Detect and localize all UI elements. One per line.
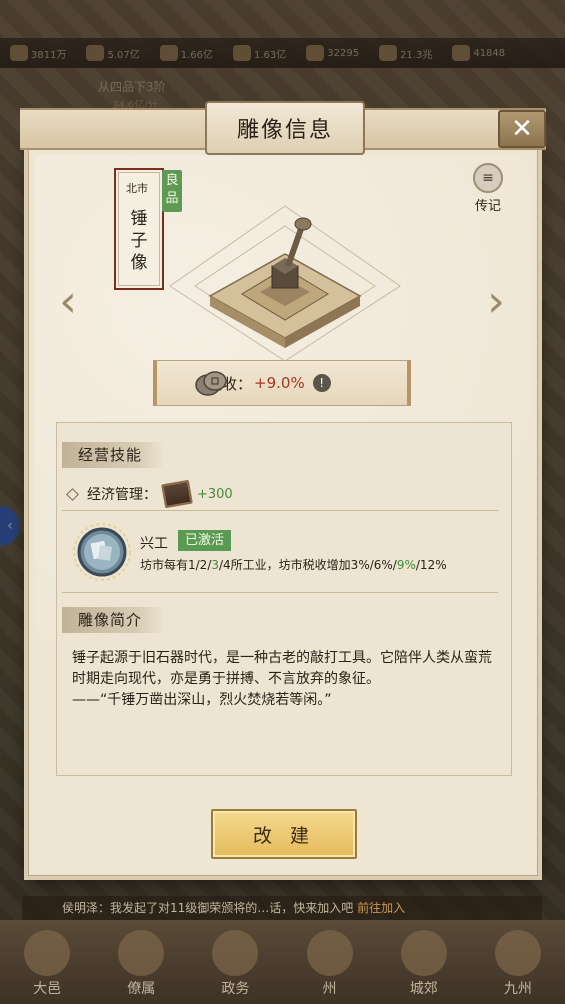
- close-button[interactable]: ✕: [498, 110, 546, 148]
- join-link[interactable]: 前往加入: [357, 901, 405, 915]
- officials-icon: [118, 930, 165, 976]
- ability-active-badge: 已激活: [178, 530, 232, 551]
- affairs-icon: [212, 930, 259, 976]
- info-icon[interactable]: !: [312, 374, 331, 392]
- nav-item-chengjiao[interactable]: 城郊: [392, 930, 456, 998]
- economy-label: 经济管理：: [87, 487, 157, 503]
- scroll-icon: ≡: [473, 163, 503, 193]
- nav-item-dayi[interactable]: 大邑: [15, 930, 79, 998]
- coins-icon: [195, 371, 227, 396]
- intro-heading: 雕像简介: [62, 607, 165, 633]
- tax-value: +9.0%: [254, 374, 305, 392]
- intro-divider: [62, 592, 498, 593]
- realm-icon: [494, 930, 541, 976]
- bottom-nav: 大邑 僚属 政务 州 城郊 九州: [0, 920, 565, 1004]
- statue-detail-panel: [56, 422, 512, 776]
- nav-item-jiuzhou[interactable]: 九州: [486, 930, 550, 998]
- prev-statue-arrow[interactable]: ‹: [54, 280, 82, 324]
- province-icon: [306, 930, 353, 976]
- diamond-icon: [66, 487, 79, 501]
- suburb-icon: [400, 930, 447, 976]
- ability-description: 坊市每有1/2/3/4所工业，坊市税收增加3%/6%/9%/12%: [140, 558, 447, 572]
- chat-ticker[interactable]: 侯明泽：我发起了对11级御荣颁将的…话，快来加入吧 前往加入: [22, 896, 542, 920]
- statue-intro-text: 锤子起源于旧石器时代，是一种古老的敲打工具。它陪伴人类从蛮荒时期走向现代，亦是勇…: [72, 650, 492, 708]
- biography-label: 传记: [474, 199, 501, 214]
- economy-value: +300: [197, 486, 233, 502]
- modal-title: 雕像信息: [205, 101, 365, 155]
- book-icon: [161, 479, 193, 509]
- biography-button[interactable]: ≡ 传记: [468, 163, 508, 214]
- nav-item-liaoshu[interactable]: 僚属: [109, 930, 173, 998]
- ability-name: 兴工: [140, 536, 168, 552]
- hammer-statue-image: [169, 205, 401, 362]
- skills-divider: [62, 510, 498, 511]
- tax-banner: 税收： +9.0% !: [153, 360, 411, 406]
- industry-ability-icon: [73, 523, 131, 581]
- district-label: 北市: [126, 182, 148, 195]
- next-statue-arrow[interactable]: ›: [482, 280, 510, 324]
- nav-item-zhengwu[interactable]: 政务: [203, 930, 267, 998]
- skills-heading: 经营技能: [62, 442, 165, 468]
- city-icon: [24, 930, 71, 976]
- rebuild-button[interactable]: 改 建: [211, 809, 357, 859]
- statue-nameplate: 北市 锤子像: [114, 168, 164, 290]
- economy-skill-row: 经济管理： +300: [66, 479, 233, 509]
- statue-name: 锤子像: [130, 209, 148, 273]
- nav-item-zhou[interactable]: 州: [298, 930, 362, 998]
